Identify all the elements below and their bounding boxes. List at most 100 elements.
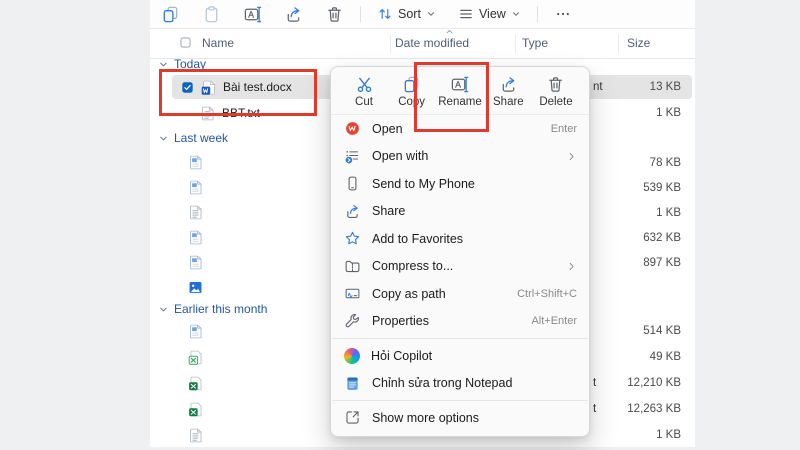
view-label: View <box>478 7 506 21</box>
column-separator[interactable] <box>390 34 391 53</box>
toolbar-share-button[interactable] <box>273 2 314 26</box>
wps-icon <box>344 120 361 137</box>
view-lines-icon <box>458 6 474 22</box>
column-separator[interactable] <box>618 34 619 53</box>
menu-item-shortcut: Alt+Enter <box>531 315 577 328</box>
file-type-fragment: t <box>593 403 597 415</box>
select-all-checkbox[interactable] <box>179 36 192 49</box>
menu-item-send-to-my-phone[interactable]: Send to My Phone <box>331 170 589 198</box>
menu-command-cut[interactable]: Cut <box>341 74 387 109</box>
share-icon <box>284 5 303 24</box>
toolbar-buttons <box>150 2 355 26</box>
file-size: 13 KB <box>649 81 681 93</box>
file-size: 12,210 KB <box>627 377 681 389</box>
excel-file-icon <box>187 401 204 418</box>
menu-item-properties[interactable]: Properties Alt+Enter <box>331 308 589 336</box>
menu-item-label: Add to Favorites <box>372 231 464 246</box>
menu-item-copy-as-path[interactable]: Copy as path Ctrl+Shift+C <box>331 280 589 308</box>
file-size: 1 KB <box>656 206 681 219</box>
share-icon <box>499 75 518 94</box>
rename-icon <box>243 5 262 24</box>
menu-separator <box>332 338 588 339</box>
file-type-fragment: t <box>593 377 597 389</box>
file-size: 539 KB <box>643 181 681 194</box>
menu-item-label: Share <box>372 204 406 219</box>
column-separator[interactable] <box>515 34 516 53</box>
cut-icon <box>355 75 374 94</box>
toolbar-rename-button[interactable] <box>232 2 273 26</box>
toolbar-divider <box>536 6 538 22</box>
menu-item-compress-to[interactable]: Compress to... <box>331 253 589 281</box>
more-ellipsis-icon <box>555 6 571 22</box>
chevron-down-icon <box>511 9 521 19</box>
menu-command-share[interactable]: Share <box>485 74 531 109</box>
file-size: 632 KB <box>643 231 681 244</box>
screenshot-stage: Sort View Name Date modified Type Size T… <box>0 0 800 450</box>
menu-command-label: Cut <box>355 96 373 108</box>
menu-item-open-with[interactable]: Open with <box>331 143 589 171</box>
properties-icon <box>344 313 361 330</box>
chevron-down-icon <box>158 59 169 70</box>
annotation-box-selected-file <box>159 69 317 116</box>
toolbar-copy-button[interactable] <box>150 2 191 26</box>
toolbar-paste-button <box>191 2 232 26</box>
menu-item-chỉnh-sửa-trong-notepad[interactable]: Chỉnh sửa trong Notepad <box>331 370 589 398</box>
share-icon <box>344 203 361 220</box>
file-size: 1 KB <box>656 429 681 441</box>
file-size: 78 KB <box>649 156 681 169</box>
toolbar-delete-button[interactable] <box>314 2 355 26</box>
menu-item-add-to-favorites[interactable]: Add to Favorites <box>331 225 589 253</box>
doc-file-icon <box>187 254 204 271</box>
view-button[interactable]: View <box>447 2 532 26</box>
more-options-button[interactable] <box>543 2 584 26</box>
column-header-row: Name Date modified Type Size <box>150 28 695 59</box>
excel-file-light-icon <box>187 349 204 366</box>
menu-item-label: Copy as path <box>372 286 446 301</box>
group-label: Last week <box>174 131 229 145</box>
show-more-icon <box>344 409 361 426</box>
doc-file-icon <box>187 154 204 171</box>
sort-arrows-icon <box>377 6 393 22</box>
sort-label: Sort <box>398 7 421 21</box>
column-name[interactable]: Name <box>202 36 234 50</box>
file-size: 897 KB <box>643 256 681 269</box>
menu-item-label: Send to My Phone <box>372 176 475 191</box>
delete-icon <box>546 75 565 94</box>
menu-item-share[interactable]: Share <box>331 198 589 226</box>
column-size[interactable]: Size <box>627 36 650 50</box>
toolbar-divider <box>360 6 361 22</box>
file-size: 49 KB <box>649 351 681 363</box>
column-type[interactable]: Type <box>522 36 548 50</box>
menu-item-label: Open with <box>372 149 429 164</box>
menu-command-delete[interactable]: Delete <box>533 74 579 109</box>
chevron-right-icon <box>566 261 577 272</box>
menu-item-show-more-options[interactable]: Show more options <box>331 404 589 432</box>
image-file-icon <box>187 279 204 296</box>
menu-item-shortcut: Ctrl+Shift+C <box>517 287 577 300</box>
notepad-icon <box>344 375 361 392</box>
group-label: Earlier this month <box>174 302 268 316</box>
menu-item-hỏi-copilot[interactable]: Hỏi Copilot <box>331 342 589 370</box>
menu-separator <box>332 400 588 401</box>
sort-button[interactable]: Sort <box>366 2 447 26</box>
file-type-fragment: nt <box>593 81 603 93</box>
copy-icon <box>161 5 180 24</box>
copilot-icon <box>344 347 360 364</box>
menu-item-label: Open <box>372 121 403 136</box>
annotation-box-rename <box>414 62 489 132</box>
menu-item-label: Properties <box>372 314 429 329</box>
chevron-down-icon <box>158 304 169 315</box>
menu-command-label: Delete <box>539 96 573 108</box>
open-with-icon <box>344 148 361 165</box>
doc-file-icon <box>187 323 204 340</box>
star-icon <box>344 230 361 247</box>
delete-icon <box>325 5 344 24</box>
menu-item-label: Compress to... <box>372 259 454 274</box>
file-size: 514 KB <box>643 325 681 337</box>
file-size: 12,263 KB <box>627 403 681 415</box>
excel-file-icon <box>187 375 204 392</box>
menu-item-label: Hỏi Copilot <box>371 348 433 363</box>
column-date-modified[interactable]: Date modified <box>395 36 469 50</box>
chevron-down-icon <box>426 9 436 19</box>
menu-command-label: Share <box>493 96 524 108</box>
